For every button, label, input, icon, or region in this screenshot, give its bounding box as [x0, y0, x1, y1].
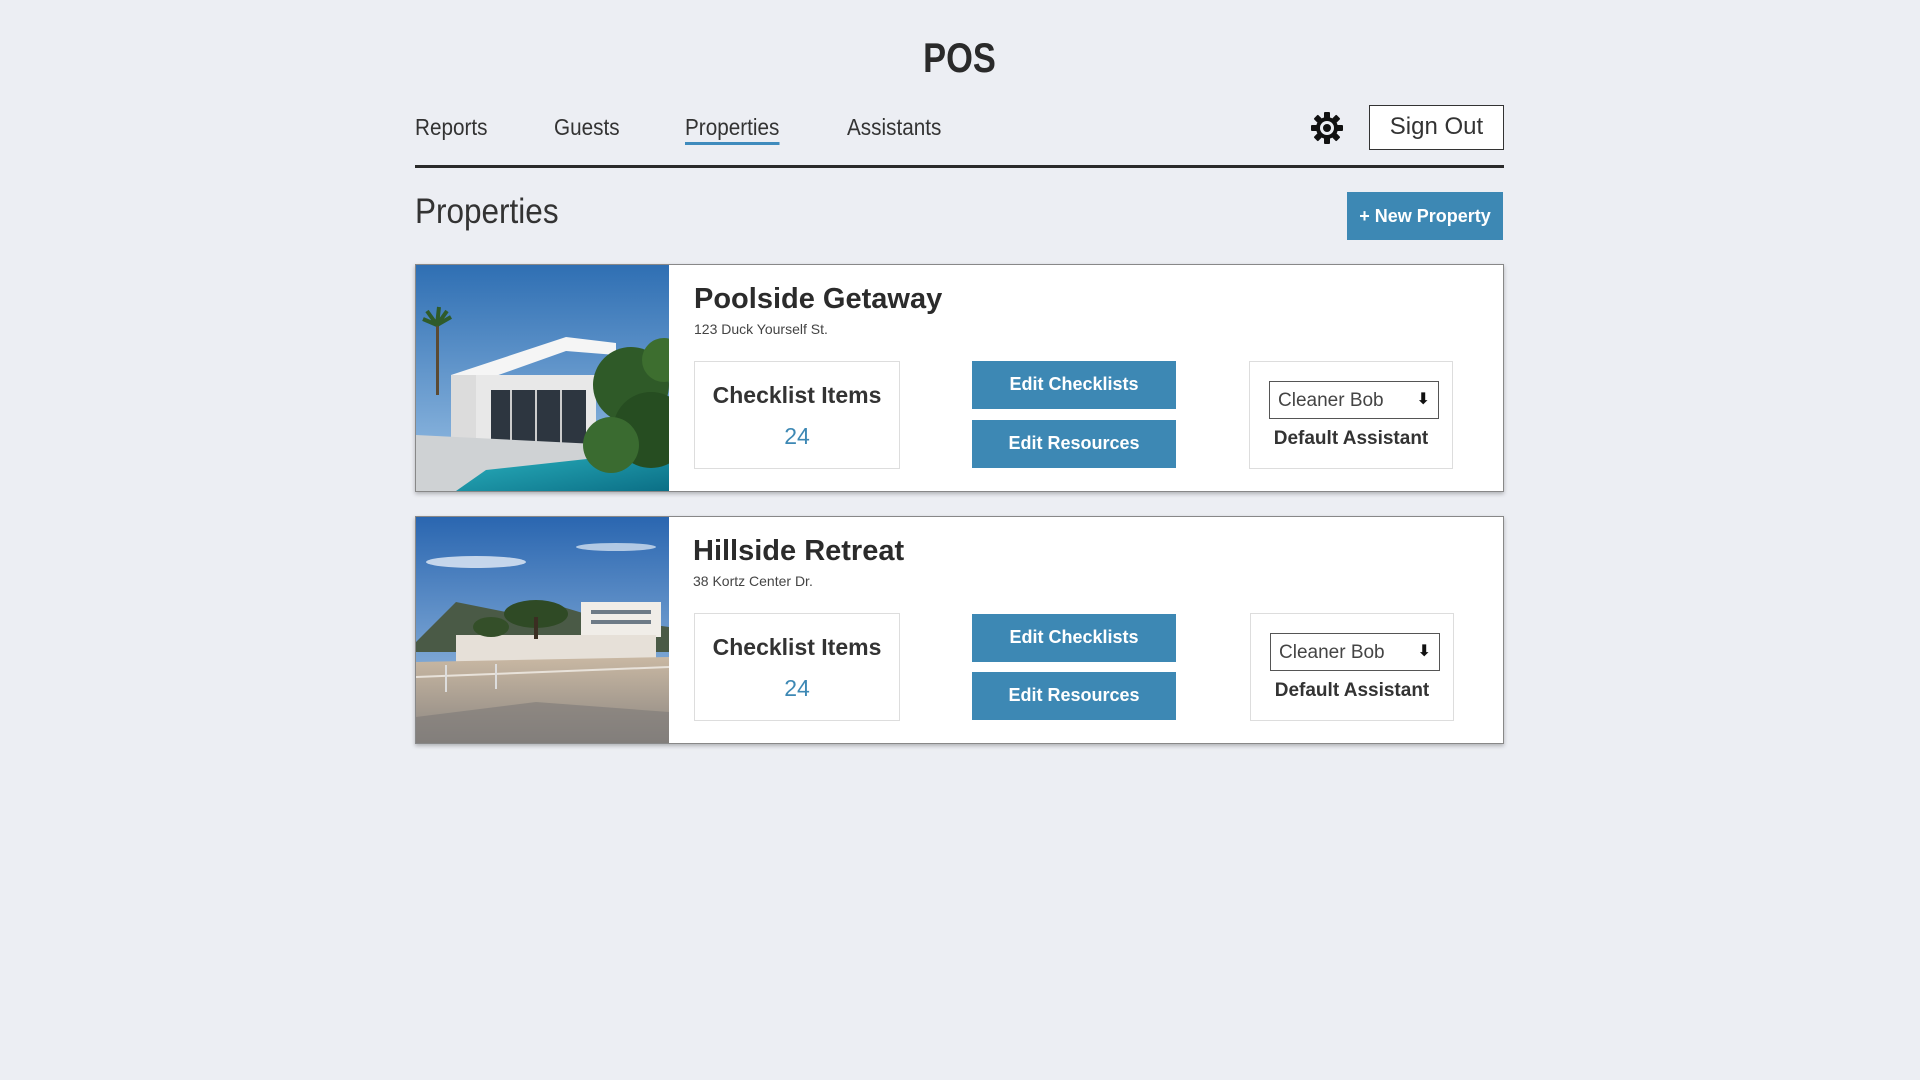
arrow-down-icon: ⬇: [1417, 643, 1431, 660]
property-image: [416, 517, 669, 743]
property-card: Poolside Getaway 123 Duck Yourself St. C…: [415, 264, 1504, 492]
property-card: Hillside Retreat 38 Kortz Center Dr. Che…: [415, 516, 1504, 744]
assistant-panel: Cleaner Bob ⬇ Default Assistant: [1250, 613, 1454, 721]
app-title: POS: [923, 34, 996, 81]
checklist-stat: Checklist Items 24: [694, 361, 900, 469]
assistant-select[interactable]: Cleaner Bob ⬇: [1270, 633, 1440, 671]
checklist-stat: Checklist Items 24: [694, 613, 900, 721]
property-name: Hillside Retreat: [693, 535, 905, 567]
property-address: 123 Duck Yourself St.: [694, 321, 828, 337]
top-nav: Reports Guests Properties Assistants Sig…: [415, 104, 1504, 168]
nav-item-properties[interactable]: Properties: [685, 114, 780, 145]
assistant-select[interactable]: Cleaner Bob ⬇: [1269, 381, 1439, 419]
checklist-count: 24: [784, 423, 810, 449]
property-name: Poolside Getaway: [694, 283, 943, 315]
sign-out-button[interactable]: Sign Out: [1369, 105, 1504, 150]
assistant-label: Default Assistant: [1274, 680, 1430, 701]
property-address: 38 Kortz Center Dr.: [693, 573, 813, 589]
new-property-button[interactable]: + New Property: [1347, 192, 1503, 240]
edit-resources-button[interactable]: Edit Resources: [972, 420, 1176, 468]
nav-item-reports[interactable]: Reports: [415, 114, 487, 141]
assistant-panel: Cleaner Bob ⬇ Default Assistant: [1249, 361, 1453, 469]
assistant-label: Default Assistant: [1273, 428, 1429, 449]
nav-item-assistants[interactable]: Assistants: [847, 114, 941, 141]
gear-icon[interactable]: [1309, 110, 1345, 146]
checklist-count: 24: [784, 675, 810, 701]
edit-checklists-button[interactable]: Edit Checklists: [972, 614, 1176, 662]
assistant-select-value: Cleaner Bob: [1278, 390, 1384, 411]
checklist-label: Checklist Items: [712, 634, 882, 660]
checklist-label: Checklist Items: [712, 382, 882, 408]
nav-item-guests[interactable]: Guests: [554, 114, 620, 141]
edit-checklists-button[interactable]: Edit Checklists: [972, 361, 1176, 409]
property-image: [416, 265, 669, 491]
page-title: Properties: [415, 192, 559, 231]
assistant-select-value: Cleaner Bob: [1279, 642, 1385, 663]
edit-resources-button[interactable]: Edit Resources: [972, 672, 1176, 720]
arrow-down-icon: ⬇: [1416, 391, 1430, 408]
